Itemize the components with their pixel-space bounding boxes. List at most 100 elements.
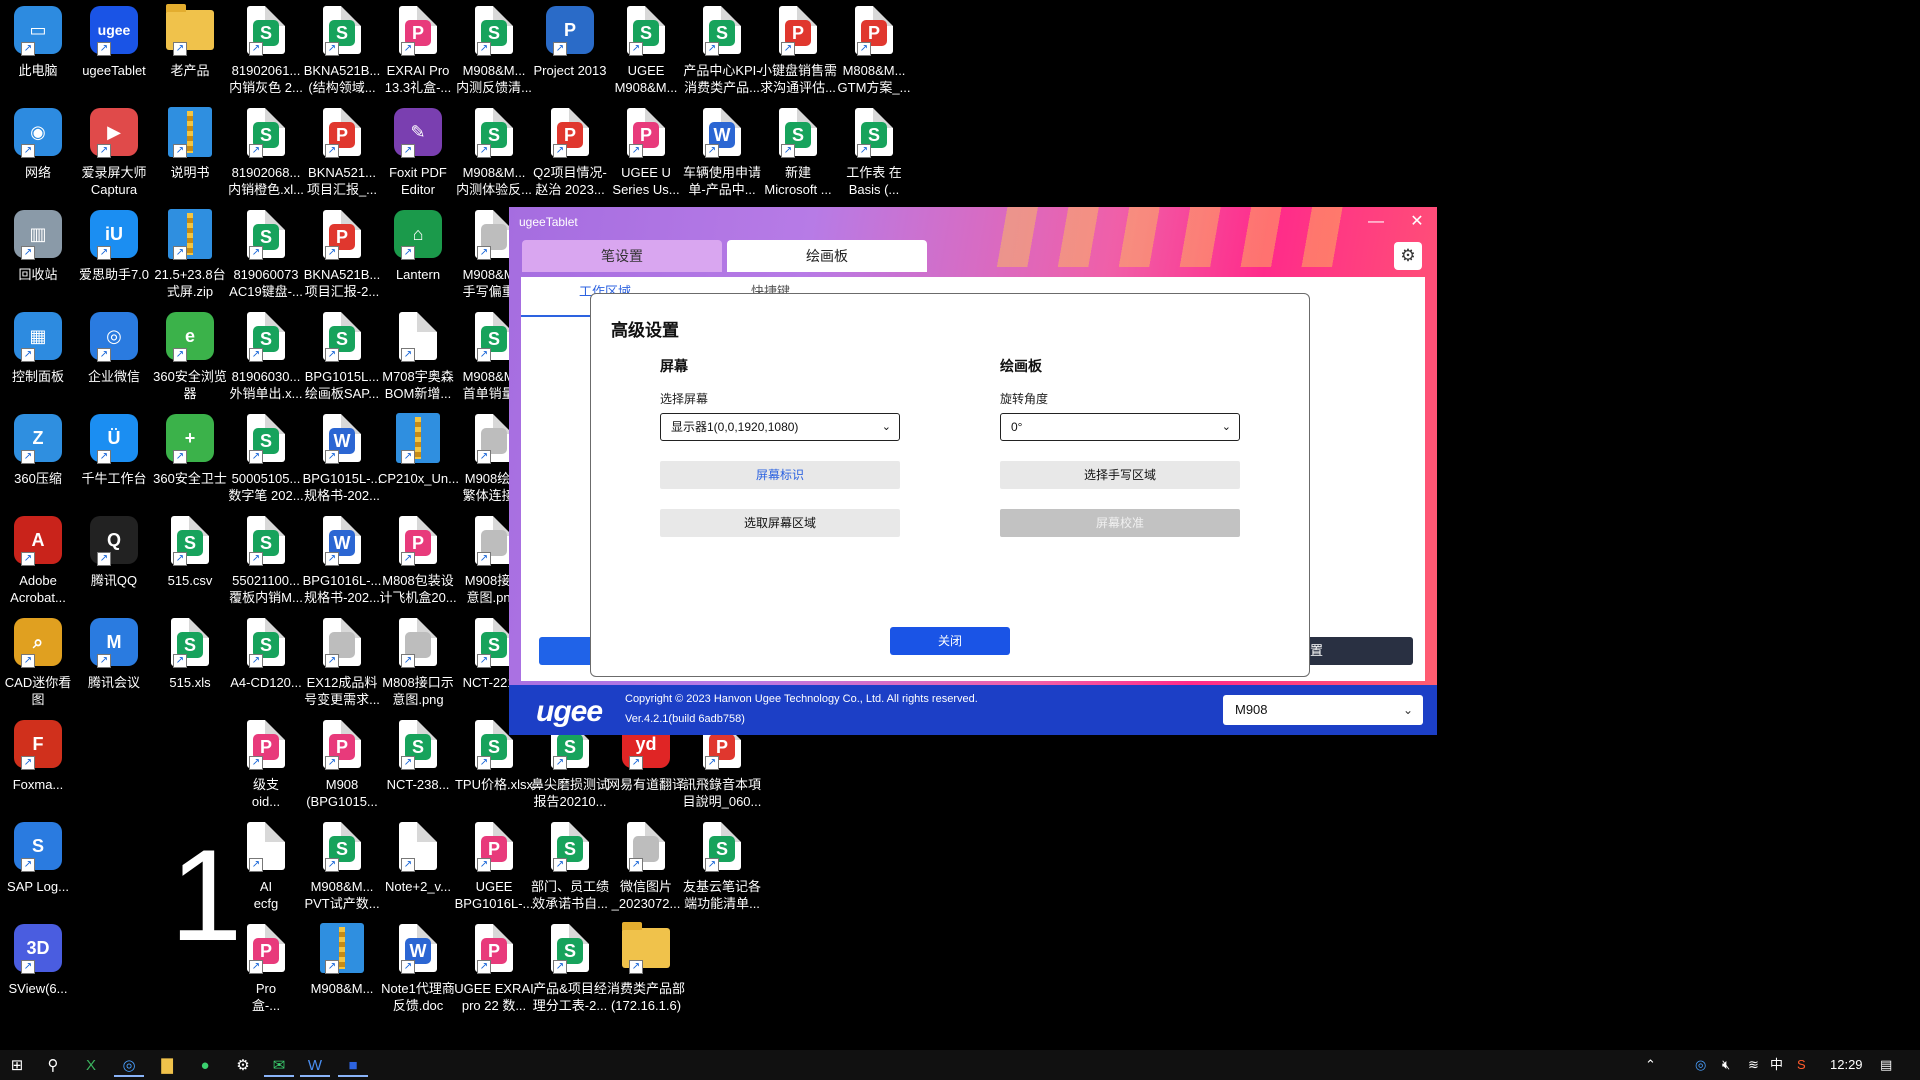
desktop-icon[interactable]: P ↗ 小键盘销售需 求沟通评估... <box>759 4 837 104</box>
desktop-icon[interactable]: ↗ M808接口示 意图.png <box>380 616 456 716</box>
desktop-icon[interactable]: ⌕ ↗ CAD迷你看 图 <box>0 616 76 716</box>
desktop-icon[interactable]: Ü ↗ 千牛工作台 <box>76 412 152 512</box>
desktop-icon[interactable]: ↗ 微信图片 _2023072... <box>608 820 684 920</box>
desktop-icon[interactable]: W ↗ BPG1015L-... 规格书-202... <box>303 412 381 512</box>
desktop-icon[interactable]: S ↗ 产品中心KPI- 消费类产品... <box>683 4 761 104</box>
taskbar-wechat[interactable]: ✉ <box>264 1053 294 1077</box>
desktop-icon[interactable]: e ↗ 360安全浏览 器 <box>152 310 228 410</box>
desktop-icon[interactable]: S ↗ 81906030... 外销单出.x... <box>228 310 304 410</box>
desktop-icon[interactable]: S ↗ UGEE M908&M... <box>608 4 684 104</box>
desktop-icon[interactable]: S ↗ 友基云笔记各 端功能清单... <box>683 820 761 920</box>
desktop-icon[interactable]: S ↗ 新建 Microsoft ... <box>760 106 836 206</box>
desktop-icon[interactable]: Z ↗ 360压缩 <box>0 412 76 512</box>
desktop-icon[interactable]: ↗ M908&M... <box>304 922 380 1022</box>
desktop-icon[interactable]: ↗ Note+2_v... <box>380 820 456 920</box>
desktop-icon[interactable]: ▭ ↗ 此电脑 <box>0 4 76 104</box>
device-model-select[interactable]: M908 ⌄ <box>1223 695 1423 725</box>
desktop-icon[interactable]: S ↗ 55021100... 覆板内销M... <box>228 514 304 614</box>
sogou-ime-icon[interactable]: S <box>1797 1050 1806 1080</box>
desktop-icon[interactable]: F ↗ Foxma... <box>0 718 76 818</box>
desktop-icon[interactable]: P ↗ EXRAI Pro 13.3礼盒-... <box>380 4 456 104</box>
desktop-icon[interactable]: S ↗ NCT-238... <box>380 718 456 818</box>
tab-tablet[interactable]: 绘画板 <box>727 240 927 272</box>
desktop-icon[interactable]: P ↗ Project 2013 <box>532 4 608 104</box>
desktop-icon[interactable]: S ↗ SAP Log... <box>0 820 76 920</box>
desktop-icon[interactable]: S ↗ 工作表 在 Basis (... <box>836 106 912 206</box>
select-handwriting-area-button[interactable]: 选择手写区域 <box>1000 461 1240 489</box>
desktop-icon[interactable]: ◉ ↗ 网络 <box>0 106 76 206</box>
desktop-icon[interactable]: A ↗ Adobe Acrobat... <box>0 514 76 614</box>
settings-gear-button[interactable]: ⚙ <box>1394 242 1422 270</box>
desktop-icon[interactable]: ◎ ↗ 企业微信 <box>76 310 152 410</box>
select-screen-dropdown[interactable]: 显示器1(0,0,1920,1080) ⌄ <box>660 413 900 441</box>
tray-wecom-icon[interactable]: ◎ <box>1695 1050 1706 1080</box>
rotation-dropdown[interactable]: 0° ⌄ <box>1000 413 1240 441</box>
desktop-icon[interactable]: S ↗ 部门、员工绩 效承诺书自... <box>531 820 609 920</box>
desktop-icon[interactable]: P ↗ UGEE BPG1016L-... <box>455 820 533 920</box>
taskbar-ugee[interactable]: ■ <box>338 1053 368 1077</box>
desktop-icon[interactable]: ↗ EX12成品料 号变更需求... <box>304 616 380 716</box>
desktop-icon[interactable]: ▶ ↗ 爱录屏大师 Captura <box>76 106 152 206</box>
clock-time[interactable]: 12:29 <box>1830 1050 1863 1080</box>
desktop-icon[interactable]: S ↗ 81902068... 内销橙色.xl... <box>228 106 304 206</box>
desktop-icon[interactable]: S ↗ 81902061... 内销灰色 2... <box>228 4 304 104</box>
desktop-icon[interactable]: P ↗ 级支 oid... <box>228 718 304 818</box>
desktop-icon[interactable]: P ↗ M808&M... GTM方案_... <box>836 4 912 104</box>
desktop-icon[interactable]: ▥ ↗ 回收站 <box>0 208 76 308</box>
desktop-icon[interactable]: S ↗ 515.xls <box>152 616 228 716</box>
desktop-icon[interactable]: P ↗ Q2项目情况- 赵治 2023... <box>532 106 608 206</box>
desktop-icon[interactable]: W ↗ 车辆使用申请 单-产品中... <box>683 106 761 206</box>
search-button[interactable]: ⚲ <box>38 1053 68 1077</box>
desktop-icon[interactable]: ✎ ↗ Foxit PDF Editor <box>380 106 456 206</box>
desktop-icon[interactable]: + ↗ 360安全卫士 <box>152 412 228 512</box>
desktop-icon[interactable]: ↗ CP210x_Un... <box>378 412 458 512</box>
dialog-close-button[interactable]: 关闭 <box>890 627 1010 655</box>
tray-show-hidden-icon[interactable]: ⌃ <box>1645 1050 1656 1080</box>
desktop-icon[interactable]: S ↗ M908&M... 内测反馈清... <box>456 4 532 104</box>
start-button[interactable]: ⊞ <box>2 1053 32 1077</box>
desktop-icon[interactable]: P ↗ M808包装设 计飞机盒20... <box>379 514 457 614</box>
desktop-icon[interactable]: ↗ 说明书 <box>152 106 228 206</box>
desktop-icon[interactable]: Q ↗ 腾讯QQ <box>76 514 152 614</box>
taskbar-settings[interactable]: ⚙ <box>228 1053 258 1077</box>
desktop-icon[interactable]: ▦ ↗ 控制面板 <box>0 310 76 410</box>
desktop-icon[interactable]: P ↗ UGEE U Series Us... <box>608 106 684 206</box>
desktop-icon[interactable]: ↗ M708宇奥森 BOM新增... <box>380 310 456 410</box>
desktop-icon[interactable]: S ↗ 819060073 AC19键盘-... <box>228 208 304 308</box>
desktop-icon[interactable]: S ↗ 50005105... 数字笔 202... <box>228 412 304 512</box>
desktop-icon[interactable]: W ↗ BPG1016L-... 规格书-202... <box>303 514 381 614</box>
select-screen-region-button[interactable]: 选取屏幕区域 <box>660 509 900 537</box>
ime-indicator[interactable]: 中 <box>1770 1050 1783 1080</box>
desktop-icon[interactable]: S ↗ A4-CD120... <box>228 616 304 716</box>
tab-pen-settings[interactable]: 笔设置 <box>522 240 722 272</box>
taskbar-360[interactable]: ● <box>190 1053 220 1077</box>
desktop-icon[interactable]: 3D ↗ SView(6... <box>0 922 76 1022</box>
desktop-icon[interactable]: ugee ↗ ugeeTablet <box>76 4 152 104</box>
desktop-icon[interactable]: W ↗ Note1代理商 反馈.doc <box>380 922 456 1022</box>
minimize-button[interactable]: — <box>1362 211 1390 233</box>
desktop-icon[interactable]: P ↗ UGEE EXRAI pro 22 数... <box>454 922 534 1022</box>
taskbar-wecom[interactable]: ◎ <box>114 1053 144 1077</box>
identify-screen-button[interactable]: 屏幕标识 <box>660 461 900 489</box>
notification-center-icon[interactable]: ▤ <box>1880 1050 1892 1080</box>
window-titlebar[interactable]: ugeeTablet — ✕ <box>509 207 1437 237</box>
network-icon[interactable]: ≋ <box>1748 1050 1759 1080</box>
desktop-icon[interactable]: ⌂ ↗ Lantern <box>380 208 456 308</box>
desktop-icon[interactable]: P ↗ BKNA521... 项目汇报_... <box>304 106 380 206</box>
desktop-icon[interactable]: ↗ 消费类产品部 (172.16.1.6) <box>607 922 685 1022</box>
desktop-icon[interactable]: S ↗ BPG1015L... 绘画板SAP... <box>304 310 380 410</box>
close-window-button[interactable]: ✕ <box>1403 211 1431 233</box>
desktop-icon[interactable]: S ↗ M908&M... PVT试产数... <box>304 820 380 920</box>
desktop-icon[interactable]: P ↗ M908 (BPG1015... <box>304 718 380 818</box>
desktop-icon[interactable]: ↗ 21.5+23.8台 式屏.zip <box>152 208 228 308</box>
desktop-icon[interactable]: S ↗ BKNA521B... (结构领域... <box>304 4 380 104</box>
desktop-icon[interactable]: S ↗ 产品&项目经 理分工表-2... <box>532 922 608 1022</box>
desktop-icon[interactable]: M ↗ 腾讯会议 <box>76 616 152 716</box>
desktop-icon[interactable]: P ↗ BKNA521B... 项目汇报-2... <box>304 208 380 308</box>
volume-muted-icon[interactable]: 🔇︎ <box>1722 1050 1730 1080</box>
desktop-icon[interactable]: S ↗ 515.csv <box>152 514 228 614</box>
desktop-icon[interactable]: ↗ 老产品 <box>152 4 228 104</box>
taskbar-word[interactable]: W <box>300 1053 330 1077</box>
taskbar-excel[interactable]: X <box>76 1053 106 1077</box>
desktop-icon[interactable]: S ↗ M908&M... 内测体验反... <box>456 106 532 206</box>
